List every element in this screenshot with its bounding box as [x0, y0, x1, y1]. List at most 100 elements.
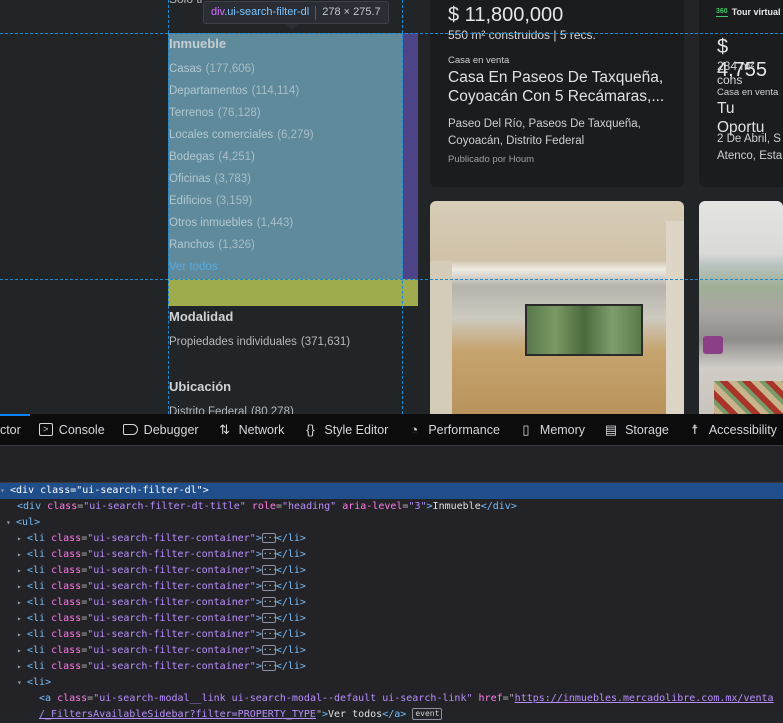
markup-node[interactable]: ▾ <ul>	[0, 515, 783, 531]
filter-count: (1,443)	[256, 217, 294, 229]
partial-filter-text: Solo ti	[169, 0, 202, 6]
filter-label: Oficinas	[169, 173, 211, 185]
expand-twisty-icon[interactable]: ▾	[0, 483, 10, 499]
collapsed-twisty-icon[interactable]: ▸	[17, 643, 27, 659]
node-tag: div	[492, 501, 511, 512]
tab-network[interactable]: ⇅ Network	[208, 414, 294, 446]
node-attr: class	[51, 645, 82, 656]
filter-item[interactable]: Terrenos (76,128)	[169, 104, 314, 126]
see-all-item: Ver todos	[169, 258, 314, 280]
markup-node[interactable]: <a class="ui-search-modal__link ui-searc…	[0, 691, 783, 707]
filter-item[interactable]: Bodegas (4,251)	[169, 148, 314, 170]
collapsed-twisty-icon[interactable]: ▸	[17, 547, 27, 563]
collapsed-children-icon[interactable]: ···	[261, 613, 277, 623]
collapsed-twisty-icon[interactable]: ▸	[17, 595, 27, 611]
filter-item[interactable]: Ranchos (1,326)	[169, 236, 314, 258]
markup-node-selected[interactable]: ▾ <div class="ui-search-filter-dl">	[0, 483, 783, 499]
markup-node-li[interactable]: ▸ <li class="ui-search-filter-container">…	[0, 547, 783, 563]
collapsed-twisty-icon[interactable]: ▸	[17, 579, 27, 595]
collapsed-children-icon[interactable]: ···	[261, 565, 277, 575]
collapsed-children-icon[interactable]: ···	[261, 597, 277, 607]
tab-style-editor[interactable]: {} Style Editor	[293, 414, 397, 446]
memory-icon: ▯	[522, 421, 530, 437]
collapsed-children-icon[interactable]: ···	[261, 661, 277, 671]
tab-label: Network	[238, 422, 285, 437]
accessibility-icon: ☨	[691, 421, 699, 437]
markup-node-li[interactable]: ▸ <li class="ui-search-filter-container">…	[0, 531, 783, 547]
address-line: 2 De Abril, S	[717, 133, 781, 145]
listing-kind: Casa en venta	[717, 87, 779, 98]
markup-view: ▾ <div class="ui-search-filter-dl"> <div …	[0, 483, 783, 723]
filter-count: (6,279)	[277, 129, 314, 141]
markup-node[interactable]: <div class="ui-search-filter-dt-title" r…	[0, 499, 783, 515]
node-text: Inmueble	[432, 501, 481, 512]
node-attr-value: "ui-search-filter-container"	[87, 629, 256, 640]
markup-node-li[interactable]: ▸ <li class="ui-search-filter-container">…	[0, 643, 783, 659]
expand-twisty-icon[interactable]: ▾	[17, 675, 27, 691]
listing-photo[interactable]	[430, 201, 684, 414]
filter-label: Casas	[169, 63, 202, 75]
collapsed-children-icon[interactable]: ···	[261, 581, 277, 591]
markup-node-li[interactable]: ▸ <li class="ui-search-filter-container">…	[0, 563, 783, 579]
tab-label: ector	[0, 422, 21, 437]
filter-item[interactable]: Oficinas (3,783)	[169, 170, 314, 192]
node-attr: class	[47, 501, 78, 512]
tab-accessibility[interactable]: ☨ Accessibility	[678, 414, 783, 446]
collapsed-twisty-icon[interactable]: ▸	[17, 611, 27, 627]
see-all-link[interactable]: Ver todos	[169, 261, 218, 273]
infobar-arrow	[286, 24, 298, 30]
virtual-tour-badge: 360 Tour virtual	[716, 7, 781, 17]
collapsed-twisty-icon[interactable]: ▸	[17, 563, 27, 579]
listing-publisher: Publicado por Houm	[448, 154, 535, 165]
filter-count: (1,326)	[218, 239, 255, 251]
filter-item[interactable]: Locales comerciales (6,279)	[169, 126, 314, 148]
tab-storage[interactable]: ▤ Storage	[594, 414, 678, 446]
collapsed-twisty-icon[interactable]: ▸	[17, 531, 27, 547]
filter-list-inmueble: Casas (177,606) Departamentos (114,114) Te…	[169, 60, 314, 280]
filter-title-modalidad: Modalidad	[169, 309, 234, 324]
tab-label: Console	[58, 422, 105, 437]
listing-price: $ 11,800,000	[448, 4, 564, 26]
filter-item[interactable]: Edificios (3,159)	[169, 192, 314, 214]
collapsed-children-icon[interactable]: ···	[261, 629, 277, 639]
node-href-link[interactable]: https://inmuebles.mercadolibre.com.mx/ve…	[515, 693, 774, 704]
filter-label: Propiedades individuales	[169, 336, 297, 348]
markup-node-li[interactable]: ▸ <li class="ui-search-filter-container">…	[0, 611, 783, 627]
filter-count: (3,783)	[214, 173, 251, 185]
infobar-separator	[315, 5, 317, 20]
node-attr-value: "ui-search-filter-dl"	[76, 485, 203, 496]
filter-count: (76,128)	[217, 107, 261, 119]
listing-title[interactable]: Casa En Paseos De Taxqueña, Coyoacán Con …	[448, 68, 664, 106]
collapsed-twisty-icon[interactable]: ▸	[17, 627, 27, 643]
listing-specs: 284 m² cons	[717, 59, 755, 87]
collapsed-children-icon[interactable]: ···	[261, 533, 277, 543]
inspector-toolbar	[0, 447, 783, 483]
filter-item-propiedades-individuales[interactable]: Propiedades individuales (371,631)	[169, 336, 350, 348]
listing-photo[interactable]	[699, 201, 783, 414]
tab-inspector[interactable]: ector	[0, 413, 30, 446]
node-attr-value: "3"	[408, 501, 427, 512]
markup-node-li[interactable]: ▸ <li class="ui-search-filter-container">…	[0, 659, 783, 675]
markup-node-li[interactable]: ▸ <li class="ui-search-filter-container">…	[0, 595, 783, 611]
filter-label: Locales comerciales	[169, 129, 274, 141]
markup-node-li[interactable]: ▸ <li class="ui-search-filter-container">…	[0, 579, 783, 595]
expand-twisty-icon[interactable]: ▾	[6, 515, 16, 531]
network-icon: ⇅	[219, 421, 231, 437]
collapsed-twisty-icon[interactable]: ▸	[17, 659, 27, 675]
collapsed-children-icon[interactable]: ···	[261, 645, 277, 655]
markup-node-continued[interactable]: /_FiltersAvailableSidebar?filter=PROPERT…	[0, 707, 783, 723]
tab-debugger[interactable]: Debugger	[114, 414, 208, 446]
filter-item[interactable]: Casas (177,606)	[169, 60, 314, 82]
filter-label: Terrenos	[169, 107, 214, 119]
event-badge[interactable]: event	[412, 708, 443, 720]
tab-memory[interactable]: ▯ Memory	[509, 414, 594, 446]
markup-node[interactable]: ▾ <li>	[0, 675, 783, 691]
tab-performance[interactable]: ◔ Performance	[397, 414, 509, 446]
markup-node-li[interactable]: ▸ <li class="ui-search-filter-container">…	[0, 627, 783, 643]
filter-item[interactable]: Departamentos (114,114)	[169, 82, 314, 104]
collapsed-children-icon[interactable]: ···	[261, 549, 277, 559]
filter-item[interactable]: Otros inmuebles (1,443)	[169, 214, 314, 236]
style-editor-icon: {}	[306, 422, 315, 437]
tab-console[interactable]: > Console	[30, 414, 114, 446]
node-attr-value: "heading"	[281, 501, 337, 512]
